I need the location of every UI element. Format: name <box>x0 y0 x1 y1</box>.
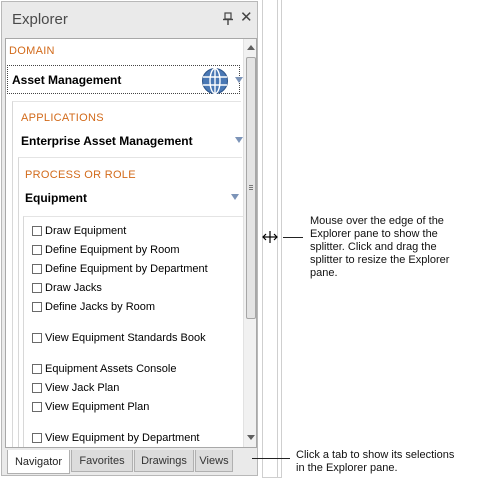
splitter-note-line: Mouse over the edge of the <box>310 215 444 227</box>
scroll-down-arrow-icon[interactable] <box>247 435 255 440</box>
task-label: Draw Jacks <box>45 282 102 294</box>
tab-drawings[interactable]: Drawings <box>134 450 194 472</box>
checkbox-icon <box>32 333 42 343</box>
splitter-note-line: Explorer pane to show the <box>310 228 438 240</box>
checkbox-icon <box>32 383 42 393</box>
tab-favorites[interactable]: Favorites <box>71 450 133 472</box>
task-item[interactable]: View Equipment Standards Book <box>32 330 206 346</box>
explorer-title: Explorer <box>12 11 68 28</box>
applications-dropdown-arrow-icon[interactable] <box>235 137 243 143</box>
process-dropdown-arrow-icon[interactable] <box>231 194 239 200</box>
tab-views[interactable]: Views <box>195 450 233 472</box>
scroll-thumb[interactable] <box>246 57 256 319</box>
close-icon[interactable]: ✕ <box>240 10 253 26</box>
splitter-note-line: pane. <box>310 267 338 279</box>
task-label: Equipment Assets Console <box>45 363 177 375</box>
checkbox-icon <box>32 364 42 374</box>
pin-icon[interactable] <box>222 12 234 26</box>
domain-selector[interactable]: Asset Management <box>7 65 243 95</box>
checkbox-icon <box>32 302 42 312</box>
tabs-note-line: in the Explorer pane. <box>296 462 398 474</box>
frame-bottom-edge <box>262 477 282 478</box>
grip-line <box>249 189 253 190</box>
explorer-content: DOMAIN Asset Management APPLICATIONS Ent… <box>5 38 257 448</box>
task-label: View Equipment Standards Book <box>45 332 206 344</box>
applications-value[interactable]: Enterprise Asset Management <box>21 134 193 148</box>
vertical-scrollbar[interactable] <box>243 39 256 447</box>
tabs-note-line: Click a tab to show its selections <box>296 449 455 461</box>
splitter-callout-line <box>283 237 303 238</box>
frame-divider <box>281 0 282 478</box>
domain-value: Asset Management <box>12 73 122 87</box>
explorer-title-bar: Explorer ✕ <box>2 2 257 36</box>
checkbox-icon <box>32 433 42 443</box>
splitter-note-line: splitter. Click and drag the <box>310 241 437 253</box>
checkbox-icon <box>32 402 42 412</box>
task-label: Define Equipment by Room <box>45 244 180 256</box>
process-label: PROCESS OR ROLE <box>25 169 136 181</box>
explorer-pane: Explorer ✕ DOMAIN Asset Management APPLI… <box>1 1 258 476</box>
task-label: View Equipment by Department <box>45 432 200 444</box>
checkbox-icon <box>32 226 42 236</box>
task-item[interactable]: Define Jacks by Room <box>32 299 155 315</box>
checkbox-icon <box>32 245 42 255</box>
applications-panel: APPLICATIONS Enterprise Asset Management… <box>12 101 243 447</box>
task-label: Define Jacks by Room <box>45 301 156 313</box>
grip-line <box>249 185 253 186</box>
task-item[interactable]: Define Equipment by Department <box>32 261 208 277</box>
scroll-up-arrow-icon[interactable] <box>247 45 255 50</box>
task-label: Define Equipment by Department <box>45 263 208 275</box>
splitter-note: Mouse over the edge of the Explorer pane… <box>310 215 449 280</box>
tasks-panel: Draw Equipment Define Equipment by Room … <box>23 216 243 447</box>
task-item[interactable]: Define Equipment by Room <box>32 242 180 258</box>
domain-label: DOMAIN <box>9 45 55 57</box>
resize-cursor-icon <box>262 231 278 243</box>
task-item[interactable]: View Equipment Plan <box>32 399 149 415</box>
checkbox-icon <box>32 264 42 274</box>
task-item[interactable]: View Jack Plan <box>32 380 119 396</box>
tabs-note: Click a tab to show its selections in th… <box>296 449 454 475</box>
process-value[interactable]: Equipment <box>25 191 87 205</box>
task-label: Draw Equipment <box>45 225 127 237</box>
globe-icon <box>202 67 228 95</box>
grip-line <box>249 187 253 188</box>
task-label: View Equipment Plan <box>45 401 150 413</box>
process-panel: PROCESS OR ROLE Equipment Draw Equipment… <box>18 157 243 447</box>
applications-label: APPLICATIONS <box>21 112 104 124</box>
task-label: View Jack Plan <box>45 382 120 394</box>
explorer-tabs: Navigator Favorites Drawings Views <box>5 450 257 474</box>
task-item[interactable]: Draw Equipment <box>32 223 126 239</box>
task-item[interactable]: View Equipment by Department <box>32 430 200 446</box>
tabs-callout-line <box>252 458 290 459</box>
task-item[interactable]: Draw Jacks <box>32 280 102 296</box>
checkbox-icon <box>32 283 42 293</box>
domain-dropdown-arrow-icon[interactable] <box>235 77 243 83</box>
splitter-note-line: splitter to resize the Explorer <box>310 254 450 266</box>
tab-navigator[interactable]: Navigator <box>7 450 70 474</box>
task-item[interactable]: Equipment Assets Console <box>32 361 176 377</box>
